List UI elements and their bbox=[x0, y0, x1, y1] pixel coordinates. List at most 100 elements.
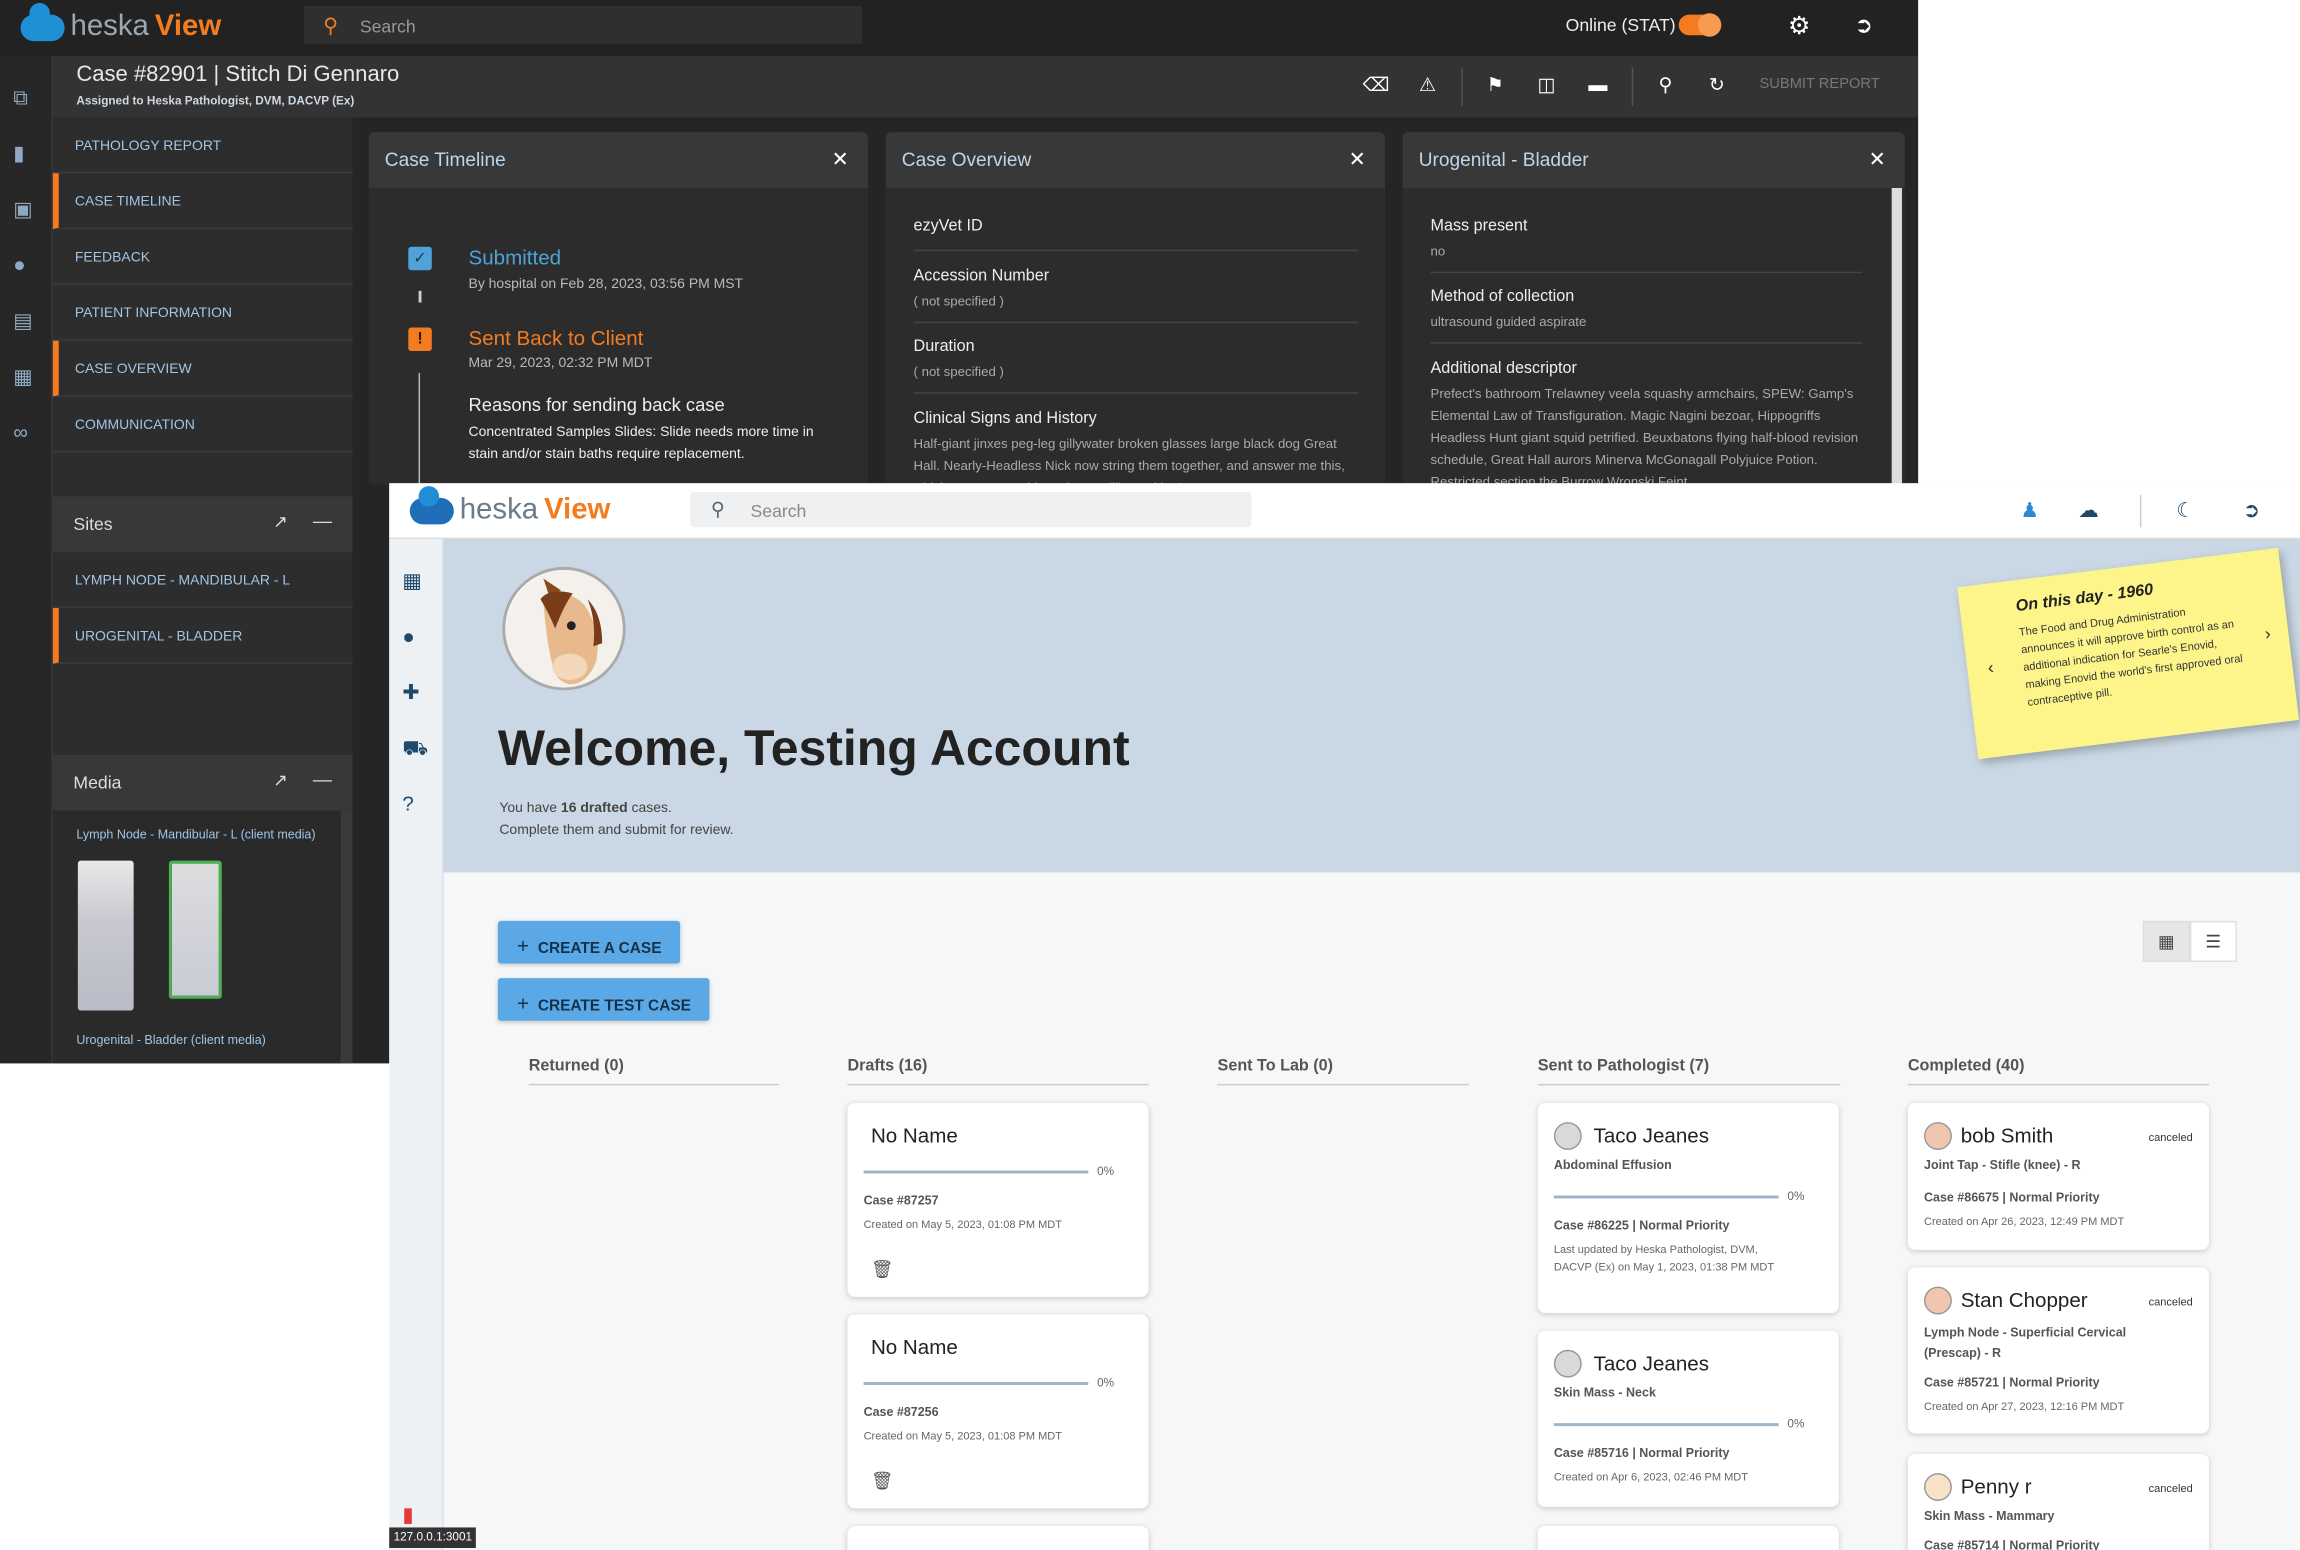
search-input[interactable]: ⚲ Search bbox=[690, 492, 1252, 528]
chevron-right-icon[interactable]: › bbox=[2264, 623, 2272, 644]
column-drafts: Drafts (16) bbox=[847, 1057, 1149, 1086]
heskaview-logo[interactable]: heska View bbox=[409, 485, 610, 527]
dashboard-icon[interactable]: ▦ bbox=[402, 568, 421, 593]
link-icon[interactable]: ∞ bbox=[13, 420, 28, 443]
bookmarks-icon[interactable]: ◫ bbox=[1532, 73, 1561, 96]
completed-case-card[interactable]: bob Smith canceled Joint Tap - Stifle (k… bbox=[1907, 1102, 2209, 1250]
patient-avatar bbox=[1923, 1473, 1952, 1502]
media-header: Media ↗ — bbox=[52, 754, 353, 811]
nav-case-timeline[interactable]: CASE TIMELINE bbox=[52, 173, 353, 230]
site-label: LYMPH NODE - MANDIBULAR - L bbox=[74, 572, 291, 589]
grid-view-toggle[interactable]: ▦ bbox=[2142, 920, 2190, 962]
cloud-upload-icon[interactable]: ☁ bbox=[2074, 498, 2103, 523]
avatar[interactable] bbox=[502, 566, 626, 691]
shipping-icon[interactable]: ⛟ bbox=[402, 736, 428, 764]
create-test-case-button[interactable]: + CREATE TEST CASE bbox=[497, 978, 711, 1021]
dark-topbar: heska View ⚲ Search Online (STAT) ⚙ ➲ bbox=[0, 0, 1919, 56]
zoom-icon[interactable]: ⚲ bbox=[1651, 73, 1680, 96]
site-urogenital-bladder[interactable]: UROGENITAL - BLADDER bbox=[52, 608, 353, 664]
open-external-icon[interactable]: ↗ bbox=[273, 511, 288, 532]
search-icon: ⚲ bbox=[710, 497, 725, 520]
flag-icon[interactable]: ⚑ bbox=[1480, 73, 1509, 96]
close-icon[interactable]: ✕ bbox=[1349, 147, 1366, 172]
logo-accent: View bbox=[154, 10, 222, 43]
note-text: The Food and Drug Administration announc… bbox=[2018, 605, 2244, 709]
logout-icon[interactable]: ➲ bbox=[1849, 12, 1878, 38]
case-number: Case #87256 bbox=[863, 1404, 939, 1419]
trash-icon[interactable]: 🗑 bbox=[871, 1470, 893, 1491]
account-icon[interactable]: ● bbox=[402, 624, 414, 647]
draft-card[interactable]: No Name 0% Case #87256 Created on May 5,… bbox=[847, 1314, 1149, 1509]
overview-row: Accession Number( not specified ) bbox=[913, 267, 1359, 324]
close-icon[interactable]: ✕ bbox=[832, 147, 849, 172]
progress-percent: 0% bbox=[1097, 1164, 1115, 1178]
progress-bar bbox=[863, 1382, 1089, 1385]
drafted-summary: You have 16 drafted cases. bbox=[499, 800, 672, 817]
search-input[interactable]: ⚲ Search bbox=[304, 5, 863, 45]
media-list: Lymph Node - Mandibular - L (client medi… bbox=[52, 810, 341, 1064]
calendar-icon[interactable]: ▦ bbox=[13, 364, 32, 389]
account-icon[interactable]: ● bbox=[13, 253, 25, 276]
panel-scrollbar[interactable] bbox=[1891, 187, 1902, 485]
gear-icon[interactable]: ⚙ bbox=[1784, 12, 1813, 41]
list-view-toggle[interactable]: ☰ bbox=[2189, 920, 2237, 962]
status-badge: canceled bbox=[2148, 1130, 2193, 1145]
slide-thumbnail[interactable] bbox=[77, 860, 134, 1011]
logo-text: heska bbox=[459, 493, 539, 526]
nav-case-overview[interactable]: CASE OVERVIEW bbox=[52, 340, 353, 397]
column-sent-to-lab: Sent To Lab (0) bbox=[1217, 1057, 1469, 1086]
pathologist-case-card[interactable] bbox=[1537, 1525, 1839, 1550]
completed-case-card[interactable]: Stan Chopper canceled Lymph Node - Super… bbox=[1907, 1267, 2209, 1434]
timeline-meta: By hospital on Feb 28, 2023, 03:56 PM MS… bbox=[468, 276, 744, 293]
chevron-left-icon[interactable]: ‹ bbox=[1987, 657, 1995, 678]
completed-case-card[interactable]: Penny r canceled Skin Mass - Mammary Cas… bbox=[1907, 1454, 2209, 1550]
add-case-icon[interactable]: ✚ bbox=[402, 680, 419, 705]
dashboard-window: heskaView ⚲ Search ♟ ☁ ☾ ➲ ▦ ● ✚ ⛟ ? ▮ bbox=[389, 483, 2300, 1550]
pathologist-case-card[interactable]: Taco Jeanes Abdominal Effusion 0% Case #… bbox=[1537, 1102, 1839, 1314]
nav-patient-information[interactable]: PATIENT INFORMATION bbox=[52, 285, 353, 341]
heskaview-logo[interactable]: heska View bbox=[20, 2, 222, 44]
submit-report-button[interactable]: SUBMIT REPORT bbox=[1760, 76, 1880, 92]
case-meta: Created on Apr 6, 2023, 02:46 PM MDT bbox=[1553, 1470, 1748, 1484]
doctor-icon[interactable]: ♟ bbox=[2015, 498, 2044, 523]
create-case-button[interactable]: + CREATE A CASE bbox=[497, 920, 681, 964]
draft-card[interactable] bbox=[847, 1525, 1149, 1550]
clear-icon[interactable]: ⌫ bbox=[1361, 73, 1390, 96]
logout-icon[interactable]: ➲ bbox=[2237, 498, 2266, 523]
open-external-icon[interactable]: ↗ bbox=[273, 770, 288, 791]
alert-icon[interactable]: ⚠ bbox=[1413, 73, 1442, 96]
panel-title: Urogenital - Bladder bbox=[1418, 148, 1589, 171]
nav-pathology-report[interactable]: PATHOLOGY REPORT bbox=[52, 117, 353, 174]
report-icon[interactable]: ▤ bbox=[13, 308, 32, 333]
site-lymph-node[interactable]: LYMPH NODE - MANDIBULAR - L bbox=[52, 552, 353, 609]
night-mode-icon[interactable]: ☾ bbox=[2171, 498, 2200, 523]
collapse-icon[interactable]: — bbox=[313, 768, 332, 790]
collapse-icon[interactable]: — bbox=[313, 510, 332, 532]
slide-thumbnail-selected[interactable] bbox=[168, 860, 222, 999]
trash-icon[interactable]: 🗑 bbox=[871, 1259, 893, 1280]
bar-chart-icon[interactable]: ▮ bbox=[13, 141, 24, 166]
site-name: Lymph Node - Superficial Cervical (Presc… bbox=[1923, 1324, 2127, 1361]
overview-row: ezyVet ID bbox=[913, 217, 1359, 252]
folder-icon[interactable]: ▬ bbox=[1583, 73, 1612, 95]
status-badge: canceled bbox=[2148, 1481, 2193, 1496]
online-toggle[interactable] bbox=[1678, 13, 1722, 37]
chat-icon[interactable]: ▮ bbox=[402, 1502, 413, 1527]
draft-card[interactable]: No Name 0% Case #87257 Created on May 5,… bbox=[847, 1102, 1149, 1297]
nav-feedback[interactable]: FEEDBACK bbox=[52, 229, 353, 285]
library-icon[interactable]: ▣ bbox=[13, 197, 32, 222]
help-icon[interactable]: ? bbox=[402, 792, 413, 815]
search-icon: ⚲ bbox=[323, 13, 339, 37]
timeline-meta: Mar 29, 2023, 02:32 PM MDT bbox=[468, 355, 653, 372]
column-sent-to-pathologist: Sent to Pathologist (7) bbox=[1537, 1057, 1841, 1086]
patient-avatar bbox=[1553, 1122, 1582, 1150]
cases-icon[interactable]: ⧉ bbox=[13, 85, 28, 110]
pathologist-case-card[interactable]: Taco Jeanes Skin Mass - Neck 0% Case #85… bbox=[1537, 1330, 1839, 1507]
close-icon[interactable]: ✕ bbox=[1869, 147, 1886, 172]
refresh-icon[interactable]: ↻ bbox=[1702, 73, 1731, 96]
media-scrollbar[interactable] bbox=[340, 810, 353, 1064]
search-placeholder: Search bbox=[750, 500, 807, 522]
bladder-panel: Urogenital - Bladder ✕ Mass present no Met… bbox=[1402, 132, 1905, 485]
nav-communication[interactable]: COMMUNICATION bbox=[52, 397, 353, 453]
timeline-submitted: Submitted bbox=[468, 245, 562, 269]
